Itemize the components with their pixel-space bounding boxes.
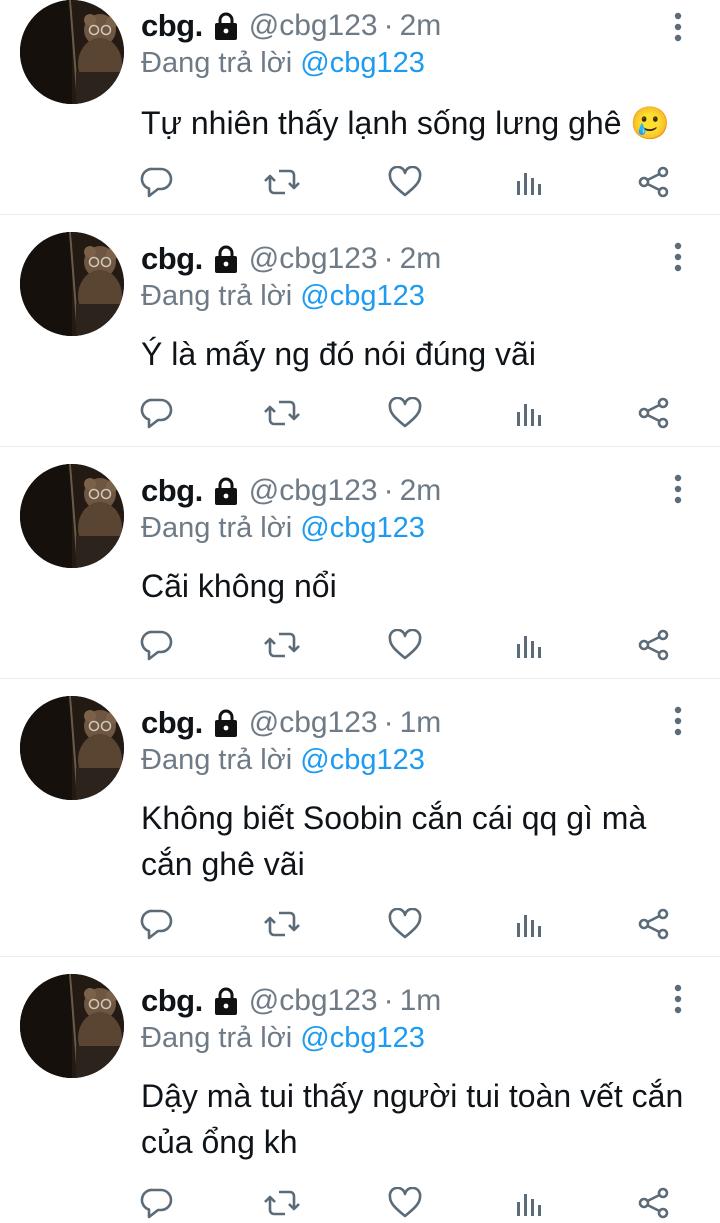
- avatar[interactable]: [20, 232, 124, 336]
- tweet-text: Không biết Soobin cắn cái qq gì mà cắn g…: [141, 795, 701, 887]
- avatar[interactable]: [20, 974, 124, 1078]
- reply-handle-link[interactable]: @cbg123: [300, 512, 425, 544]
- reply-context: Đang trả lời @cbg123: [141, 47, 425, 80]
- tweet-text: Ý là mấy ng đó nói đúng vãi: [141, 331, 701, 377]
- reply-context: Đang trả lời @cbg123: [141, 1022, 425, 1055]
- user-handle[interactable]: @cbg123: [249, 984, 378, 1018]
- tweet-text-content: Cãi không nổi: [141, 568, 337, 604]
- share-icon[interactable]: [634, 904, 674, 944]
- reply-prefix: Đang trả lời: [141, 512, 293, 544]
- separator: ·: [383, 9, 394, 42]
- retweet-icon[interactable]: [262, 393, 302, 433]
- reply-handle-link[interactable]: @cbg123: [300, 1022, 425, 1054]
- reply-icon[interactable]: [137, 1183, 177, 1223]
- reply-prefix: Đang trả lời: [141, 744, 293, 776]
- tweet-text: Tự nhiên thấy lạnh sống lưng ghê 🥲: [141, 100, 701, 146]
- reply-handle-link[interactable]: @cbg123: [300, 744, 425, 776]
- more-vertical-icon[interactable]: [664, 10, 692, 44]
- analytics-icon[interactable]: [510, 393, 550, 433]
- user-handle[interactable]: @cbg123: [249, 9, 378, 43]
- display-name[interactable]: cbg.: [141, 705, 203, 741]
- analytics-icon[interactable]: [510, 904, 550, 944]
- reply-handle-link[interactable]: @cbg123: [300, 280, 425, 312]
- action-bar: [0, 1183, 720, 1223]
- heart-icon[interactable]: [385, 1183, 425, 1223]
- timestamp[interactable]: 2m: [400, 474, 442, 508]
- tweet-text: Cãi không nổi: [141, 563, 701, 609]
- more-vertical-icon[interactable]: [664, 472, 692, 506]
- timestamp[interactable]: 1m: [400, 984, 442, 1018]
- reply-icon[interactable]: [137, 393, 177, 433]
- avatar[interactable]: [20, 464, 124, 568]
- heart-icon[interactable]: [385, 625, 425, 665]
- avatar[interactable]: [20, 696, 124, 800]
- separator: ·: [383, 706, 394, 739]
- tweet-text-content: Ý là mấy ng đó nói đúng vãi: [141, 336, 536, 372]
- lock-icon: [211, 708, 241, 738]
- separator: ·: [383, 474, 394, 507]
- reply-handle-link[interactable]: @cbg123: [300, 47, 425, 79]
- display-name[interactable]: cbg.: [141, 473, 203, 509]
- heart-icon[interactable]: [385, 904, 425, 944]
- share-icon[interactable]: [634, 625, 674, 665]
- reply-prefix: Đang trả lời: [141, 1022, 293, 1054]
- action-bar: [0, 625, 720, 665]
- tweet-item[interactable]: cbg. @cbg123 · 2m Đang trả lời @cbg123 Ý…: [0, 215, 720, 447]
- tweet-item[interactable]: cbg. @cbg123 · 2m Đang trả lời @cbg123 C…: [0, 447, 720, 679]
- display-name[interactable]: cbg.: [141, 241, 203, 277]
- retweet-icon[interactable]: [262, 1183, 302, 1223]
- emoji: 🥲: [630, 105, 671, 141]
- user-handle[interactable]: @cbg123: [249, 474, 378, 508]
- user-handle[interactable]: @cbg123: [249, 242, 378, 276]
- reply-icon[interactable]: [137, 904, 177, 944]
- tweet-item[interactable]: cbg. @cbg123 · 1m Đang trả lời @cbg123 K…: [0, 679, 720, 957]
- retweet-icon[interactable]: [262, 625, 302, 665]
- more-vertical-icon[interactable]: [664, 704, 692, 738]
- display-name[interactable]: cbg.: [141, 983, 203, 1019]
- separator: ·: [383, 984, 394, 1017]
- tweet-text: Dậy mà tui thấy người tui toàn vết cắn c…: [141, 1073, 701, 1165]
- reply-icon[interactable]: [137, 625, 177, 665]
- timestamp[interactable]: 2m: [400, 9, 442, 43]
- timestamp[interactable]: 2m: [400, 242, 442, 276]
- tweet-text-content: Dậy mà tui thấy người tui toàn vết cắn c…: [141, 1078, 684, 1160]
- heart-icon[interactable]: [385, 393, 425, 433]
- retweet-icon[interactable]: [262, 162, 302, 202]
- heart-icon[interactable]: [385, 162, 425, 202]
- share-icon[interactable]: [634, 1183, 674, 1223]
- reply-icon[interactable]: [137, 162, 177, 202]
- avatar[interactable]: [20, 0, 124, 104]
- analytics-icon[interactable]: [510, 1183, 550, 1223]
- lock-icon: [211, 244, 241, 274]
- retweet-icon[interactable]: [262, 904, 302, 944]
- user-handle[interactable]: @cbg123: [249, 706, 378, 740]
- timestamp[interactable]: 1m: [400, 706, 442, 740]
- share-icon[interactable]: [634, 162, 674, 202]
- reply-context: Đang trả lời @cbg123: [141, 280, 425, 313]
- tweet-item[interactable]: cbg. @cbg123 · 1m Đang trả lời @cbg123 D…: [0, 957, 720, 1219]
- action-bar: [0, 162, 720, 202]
- more-vertical-icon[interactable]: [664, 240, 692, 274]
- reply-prefix: Đang trả lời: [141, 280, 293, 312]
- display-name[interactable]: cbg.: [141, 8, 203, 44]
- share-icon[interactable]: [634, 393, 674, 433]
- lock-icon: [211, 476, 241, 506]
- action-bar: [0, 904, 720, 944]
- more-vertical-icon[interactable]: [664, 982, 692, 1016]
- tweet-item[interactable]: cbg. @cbg123 · 2m Đang trả lời @cbg123 T…: [0, 0, 720, 215]
- action-bar: [0, 393, 720, 433]
- lock-icon: [211, 986, 241, 1016]
- reply-context: Đang trả lời @cbg123: [141, 744, 425, 777]
- separator: ·: [383, 242, 394, 275]
- reply-context: Đang trả lời @cbg123: [141, 512, 425, 545]
- tweet-text-content: Tự nhiên thấy lạnh sống lưng ghê: [141, 105, 622, 141]
- analytics-icon[interactable]: [510, 625, 550, 665]
- lock-icon: [211, 11, 241, 41]
- analytics-icon[interactable]: [510, 162, 550, 202]
- reply-prefix: Đang trả lời: [141, 47, 293, 79]
- tweet-text-content: Không biết Soobin cắn cái qq gì mà cắn g…: [141, 800, 647, 882]
